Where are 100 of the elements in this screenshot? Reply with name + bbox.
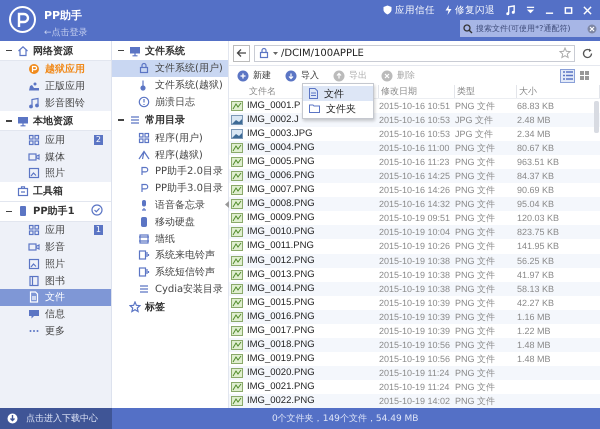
- toolbar-button[interactable]: 新建: [237, 69, 271, 82]
- file-size: 2.48 MB: [517, 114, 551, 128]
- tree-item[interactable]: PP助手2.0目录: [112, 162, 228, 180]
- lock-icon: [138, 62, 150, 74]
- tree-item[interactable]: 崩溃日志: [112, 94, 228, 110]
- sidebar-group[interactable]: 工具箱: [33, 184, 63, 198]
- tree-group[interactable]: 常用目录: [145, 112, 185, 127]
- file-name[interactable]: IMG_0010.PNG: [247, 225, 315, 240]
- file-name[interactable]: IMG_0017.PNG: [247, 324, 315, 338]
- file-name[interactable]: IMG_0019.PNG: [247, 352, 315, 366]
- file-name[interactable]: IMG_0015.PNG: [247, 296, 315, 310]
- search-field[interactable]: 搜索文件(可使用*?通配符): [460, 20, 600, 37]
- file-size: 823.75 KB: [517, 226, 560, 240]
- column-header[interactable]: 修改日期: [379, 85, 455, 98]
- refresh-icon: [582, 48, 593, 58]
- file-name[interactable]: IMG_0011.PNG: [247, 239, 314, 254]
- menu-icon[interactable]: [526, 6, 535, 14]
- modified-date: 2015-10-16 14:32: [379, 198, 450, 212]
- file-name[interactable]: IMG_0002.J: [247, 113, 299, 128]
- sidebar-item[interactable]: 影音: [0, 238, 111, 256]
- tree-item[interactable]: 文件系统(用户): [112, 60, 228, 77]
- sidebar-item[interactable]: 应用 2: [0, 131, 111, 148]
- file-name[interactable]: IMG_0004.PNG: [247, 141, 315, 156]
- sidebar-item[interactable]: 照片: [0, 255, 111, 272]
- tree-item[interactable]: PP助手3.0目录: [112, 180, 228, 197]
- info-icon: [138, 96, 150, 108]
- tree-item[interactable]: 系统短信铃声: [112, 264, 228, 281]
- menu-item[interactable]: 文件夹: [303, 101, 373, 116]
- image-file-icon: [231, 185, 243, 196]
- clear-icon[interactable]: [587, 24, 597, 34]
- sidebar-item[interactable]: 正版应用: [0, 78, 111, 95]
- tree-item[interactable]: 程序(越狱): [112, 146, 228, 163]
- monitor-icon: [129, 44, 141, 56]
- book-icon: [28, 274, 40, 287]
- list-view-button[interactable]: [560, 68, 575, 82]
- file-name[interactable]: IMG_0021.PNG: [247, 380, 315, 394]
- sidebar-item[interactable]: 媒体: [0, 148, 111, 165]
- repair-button[interactable]: 修复闪退: [445, 4, 495, 16]
- column-header[interactable]: 类型: [455, 85, 517, 98]
- modified-date: 2015-10-16 10:53: [379, 128, 450, 142]
- trust-button[interactable]: 应用信任: [383, 4, 435, 16]
- photo-file-icon: [231, 129, 243, 140]
- file-name[interactable]: IMG_0009.PNG: [247, 211, 315, 226]
- sidebar-item[interactable]: 信息: [0, 306, 111, 323]
- tree-item[interactable]: 系统来电铃声: [112, 246, 228, 264]
- photo-file-icon: [231, 115, 243, 126]
- modified-date: 2015-10-19 09:51: [379, 212, 450, 226]
- file-name[interactable]: IMG_0006.PNG: [247, 169, 315, 184]
- shield-icon: [383, 5, 392, 15]
- tree-group[interactable]: 标签: [145, 300, 165, 314]
- file-type: PNG 文件: [455, 226, 496, 240]
- file-name[interactable]: IMG_0022.PNG: [247, 394, 315, 408]
- back-button[interactable]: [233, 44, 250, 62]
- scrollbar[interactable]: [594, 101, 599, 133]
- star-icon[interactable]: [559, 47, 571, 59]
- file-name[interactable]: IMG_0003.JPG: [247, 127, 312, 142]
- modified-date: 2015-10-16 14:26: [379, 184, 450, 198]
- sidebar-item[interactable]: 照片: [0, 164, 111, 182]
- sidebar-item[interactable]: 应用 1: [0, 222, 111, 239]
- file-name[interactable]: IMG_0012.PNG: [247, 254, 315, 268]
- image-file-icon: [231, 340, 243, 350]
- tree-group[interactable]: 文件系统: [145, 44, 185, 58]
- chat-icon: [28, 308, 40, 320]
- download-center-link[interactable]: 点击进入下载中心: [0, 408, 112, 429]
- tree-item[interactable]: Cydia安装目录: [112, 280, 228, 298]
- column-header[interactable]: 大小: [517, 85, 600, 98]
- file-type: PNG 文件: [455, 366, 496, 380]
- file-name[interactable]: IMG_0008.PNG: [247, 197, 315, 212]
- close-icon[interactable]: [583, 6, 592, 14]
- tree-item[interactable]: 程序(用户): [112, 129, 228, 146]
- file-name[interactable]: IMG_0016.PNG: [247, 310, 315, 324]
- menu-item[interactable]: 文件: [303, 86, 373, 101]
- music-icon[interactable]: [505, 4, 516, 16]
- file-name[interactable]: IMG_0018.PNG: [247, 338, 315, 352]
- sidebar-item[interactable]: 图书: [0, 272, 111, 289]
- tree-item[interactable]: 语音备忘录: [112, 196, 228, 214]
- file-type: PNG 文件: [455, 352, 496, 366]
- caret-icon[interactable]: [273, 52, 278, 54]
- address-field[interactable]: /DCIM/100APPLE: [254, 44, 575, 62]
- file-name[interactable]: IMG_0005.PNG: [247, 155, 315, 170]
- file-name[interactable]: IMG_0007.PNG: [247, 183, 315, 198]
- search-icon: [463, 24, 473, 34]
- tree-item[interactable]: 移动硬盘: [112, 213, 228, 230]
- tree-item[interactable]: 文件系统(越狱): [112, 76, 228, 94]
- drive-icon: [138, 216, 150, 228]
- maximize-icon[interactable]: [564, 6, 573, 14]
- modified-date: 2015-10-19 11:24: [379, 380, 450, 394]
- sidebar-item[interactable]: 影音图铃: [0, 94, 111, 112]
- file-name[interactable]: IMG_0014.PNG: [247, 282, 315, 296]
- file-name[interactable]: IMG_0001.P: [247, 99, 300, 114]
- tree-item[interactable]: 墙纸: [112, 230, 228, 247]
- file-type: PNG 文件: [455, 296, 496, 310]
- file-size: 56.25 KB: [517, 254, 554, 268]
- file-name[interactable]: IMG_0020.PNG: [247, 366, 315, 380]
- file-size: 1.48 MB: [517, 352, 551, 366]
- toolbar-button[interactable]: 导入: [285, 69, 319, 82]
- sidebar-item[interactable]: 更多: [0, 322, 111, 340]
- grid-view-button[interactable]: [577, 68, 592, 82]
- file-name[interactable]: IMG_0013.PNG: [247, 268, 315, 282]
- modified-date: 2015-10-19 10:04: [379, 226, 450, 240]
